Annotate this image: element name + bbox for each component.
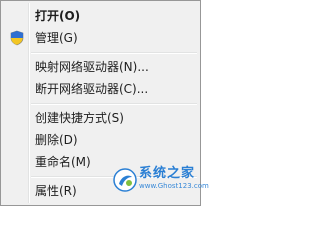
- menu-item-map-network-drive-label: 映射网络驱动器(N)...: [35, 60, 149, 74]
- watermark: 系统之家 www.Ghost123.com: [113, 166, 209, 194]
- menu-item-create-shortcut-label: 创建快捷方式(S): [35, 111, 124, 125]
- menu-item-open[interactable]: 打开(O): [3, 5, 198, 27]
- menu-item-delete[interactable]: 删除(D): [3, 129, 198, 151]
- menu-item-properties-label: 属性(R): [35, 184, 77, 198]
- menu-item-disconnect-network-drive-label: 断开网络驱动器(C)...: [35, 82, 149, 96]
- watermark-logo-icon: [113, 168, 137, 192]
- watermark-title: 系统之家: [139, 166, 196, 181]
- menu-item-disconnect-network-drive[interactable]: 断开网络驱动器(C)...: [3, 78, 198, 100]
- menu-item-create-shortcut[interactable]: 创建快捷方式(S): [3, 107, 198, 129]
- menu-item-manage[interactable]: 管理(G): [3, 27, 198, 49]
- menu-separator: [31, 103, 197, 105]
- menu-item-delete-label: 删除(D): [35, 133, 78, 147]
- uac-shield-icon: [10, 30, 24, 46]
- menu-separator: [31, 52, 197, 54]
- menu-item-manage-label: 管理(G): [35, 31, 78, 45]
- menu-item-open-label: 打开(O): [35, 9, 81, 23]
- watermark-url: www.Ghost123.com: [139, 182, 209, 190]
- menu-item-map-network-drive[interactable]: 映射网络驱动器(N)...: [3, 56, 198, 78]
- menu-item-rename-label: 重命名(M): [35, 155, 91, 169]
